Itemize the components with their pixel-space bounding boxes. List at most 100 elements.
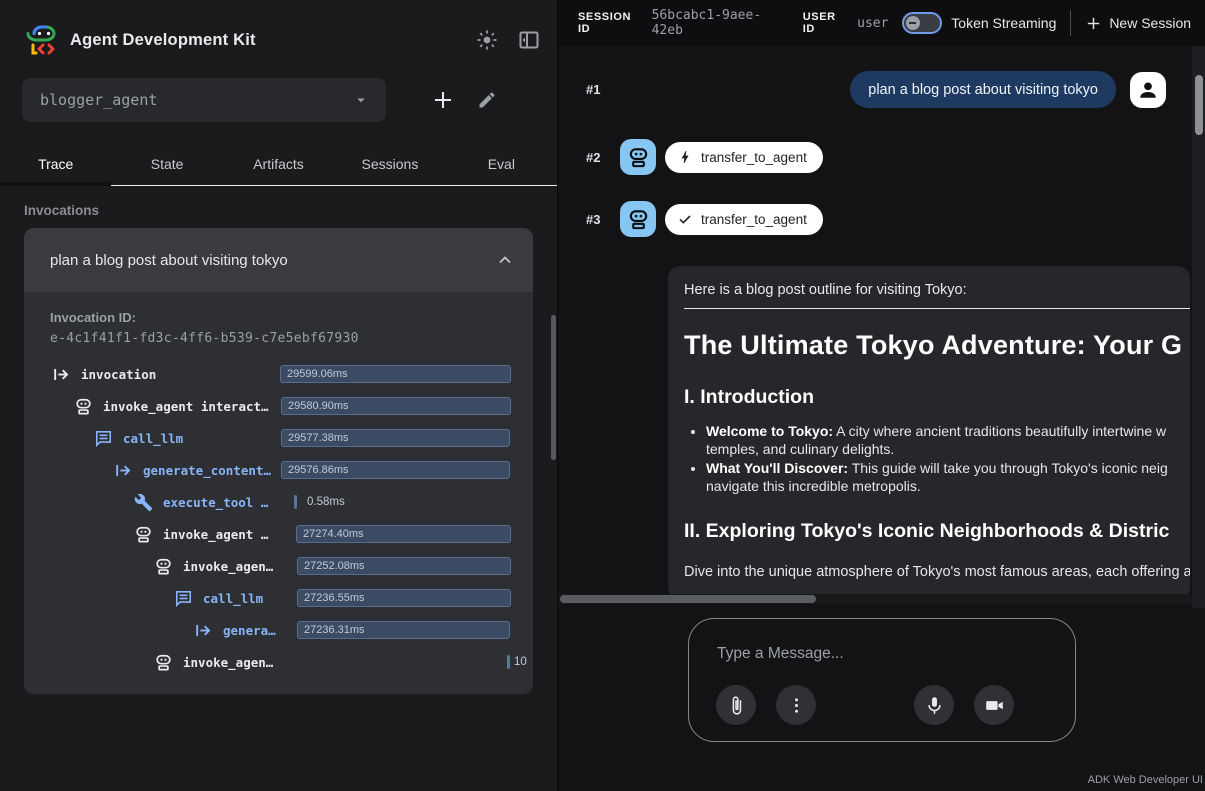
token-streaming-toggle[interactable]: [902, 12, 942, 34]
trace-duration-bar: 29576.86ms: [281, 461, 510, 479]
trace-duration-text: 0.58ms: [307, 494, 345, 510]
robot-icon: [74, 397, 93, 416]
trace-duration-bar: 27252.08ms: [297, 557, 511, 575]
adk-web-app: Agent Development Kit blogger_agent Trac…: [0, 0, 1205, 791]
check-icon: [677, 211, 693, 227]
trace-row-generate-content: generate_content… 29576.86ms: [50, 454, 533, 486]
bot-avatar: [620, 139, 656, 175]
trace-row-label[interactable]: invoke_agen…: [183, 655, 273, 670]
blog-intro-text: Here is a blog post outline for visiting…: [684, 282, 1174, 298]
blog-bullet-list: Welcome to Tokyo: A city where ancient t…: [684, 422, 1174, 495]
chevron-down-icon: [352, 91, 370, 109]
trace-duration-tick: [507, 655, 510, 669]
wrench-icon: [134, 493, 153, 512]
trace-duration-bar: 29580.90ms: [281, 397, 511, 415]
trace-row-invoke-agent: invoke_agent interact… 29580.90ms: [50, 390, 533, 422]
invocation-id-value: e-4c1f41f1-fd3c-4ff6-b539-c7e5ebf67930: [50, 331, 533, 346]
session-id-label: SESSION ID: [578, 11, 644, 35]
user-message-bubble: plan a blog post about visiting tokyo: [850, 71, 1116, 108]
agent-select[interactable]: blogger_agent: [22, 78, 386, 122]
invocation-id-label: Invocation ID:: [50, 310, 533, 325]
sidebar-scrollbar-thumb[interactable]: [551, 315, 556, 460]
paperclip-icon: [726, 695, 747, 716]
chat-panel: SESSION ID 56bcabc1-9aee-42eb USER ID us…: [558, 0, 1205, 791]
tab-sessions[interactable]: Sessions: [334, 142, 445, 185]
message-input[interactable]: Type a Message...: [688, 618, 1076, 742]
new-session-button[interactable]: New Session: [1085, 15, 1191, 32]
new-agent-button[interactable]: [431, 88, 455, 112]
trace-duration-bar: 27236.55ms: [297, 589, 511, 607]
bot-avatar: [620, 201, 656, 237]
span-arrow-icon: [194, 621, 213, 640]
collapse-sidebar-button[interactable]: [517, 28, 541, 52]
function-response-chip[interactable]: transfer_to_agent: [665, 204, 823, 235]
footer-label: ADK Web Developer UI: [1088, 774, 1203, 786]
trace-row-label[interactable]: invoke_agent …: [163, 527, 268, 542]
trace-row-label[interactable]: invocation: [81, 367, 156, 382]
trace-duration-bar: 29599.06ms: [280, 365, 511, 383]
blog-section-1: I. Introduction: [684, 386, 1174, 409]
microphone-icon: [924, 695, 945, 716]
composer-area: Type a Message... ADK Web Developer UI: [558, 608, 1205, 791]
vertical-scrollbar-thumb[interactable]: [1195, 75, 1203, 135]
invocation-title: plan a blog post about visiting tokyo: [50, 252, 495, 269]
trace-row-label[interactable]: invoke_agen…: [183, 559, 273, 574]
video-button[interactable]: [974, 685, 1014, 725]
trace-row-label[interactable]: invoke_agent interact…: [103, 399, 269, 414]
trace-row-label[interactable]: call_llm: [123, 431, 183, 446]
adk-logo-icon: [26, 24, 60, 56]
agent-select-row: blogger_agent: [0, 78, 557, 122]
tab-artifacts[interactable]: Artifacts: [223, 142, 334, 185]
message-number: #1: [586, 82, 620, 97]
invocation-card-header[interactable]: plan a blog post about visiting tokyo: [24, 228, 533, 292]
chevron-up-icon[interactable]: [495, 250, 515, 270]
trace-row-call-llm: call_llm 29577.38ms: [50, 422, 533, 454]
tab-state[interactable]: State: [111, 142, 222, 185]
theme-toggle-button[interactable]: [475, 28, 499, 52]
trace-row-label[interactable]: call_llm: [203, 591, 263, 606]
tab-trace[interactable]: Trace: [0, 142, 111, 185]
microphone-button[interactable]: [914, 685, 954, 725]
invocation-card: plan a blog post about visiting tokyo In…: [24, 228, 533, 694]
message-row-3: #3 transfer_to_agent: [558, 201, 1205, 237]
trace-row-label[interactable]: execute_tool …: [163, 495, 268, 510]
trace-row-invoke-agent: invoke_agen… 27252.08ms: [50, 550, 533, 582]
span-arrow-icon: [52, 365, 71, 384]
horizontal-scrollbar-thumb[interactable]: [560, 595, 816, 603]
robot-icon: [134, 525, 153, 544]
message-input-placeholder: Type a Message...: [717, 645, 1075, 663]
tab-eval[interactable]: Eval: [446, 142, 557, 185]
token-streaming-label: Token Streaming: [951, 15, 1056, 31]
plus-icon: [1085, 15, 1102, 32]
trace-row-invoke-agent: invoke_agent … 27274.40ms: [50, 518, 533, 550]
person-icon: [1137, 79, 1159, 101]
trace-row-label[interactable]: genera…: [223, 623, 276, 638]
attach-file-button[interactable]: [716, 685, 756, 725]
user-id-label: USER ID: [803, 11, 849, 35]
function-call-chip[interactable]: transfer_to_agent: [665, 142, 823, 173]
toggle-knob: [906, 16, 920, 30]
message-row-1: #1 plan a blog post about visiting tokyo: [558, 71, 1205, 108]
edit-agent-button[interactable]: [477, 90, 497, 110]
chat-icon: [94, 429, 113, 448]
user-avatar: [1130, 72, 1166, 108]
blog-paragraph: Dive into the unique atmosphere of Tokyo…: [684, 564, 1174, 580]
blog-title: The Ultimate Tokyo Adventure: Your G: [684, 330, 1174, 361]
message-row-2: #2 transfer_to_agent: [558, 139, 1205, 175]
chat-scroll-area[interactable]: #1 plan a blog post about visiting tokyo…: [558, 46, 1205, 608]
message-number: #2: [586, 150, 620, 165]
more-options-button[interactable]: [776, 685, 816, 725]
app-title: Agent Development Kit: [70, 31, 256, 50]
agent-select-value: blogger_agent: [40, 91, 352, 109]
trace-row-label[interactable]: generate_content…: [143, 463, 271, 478]
trace-row-call-llm: call_llm 27236.55ms: [50, 582, 533, 614]
trace-duration-tick: [294, 495, 297, 509]
robot-icon: [627, 146, 650, 169]
trace-duration-bar: 27236.31ms: [297, 621, 510, 639]
invocation-card-body: Invocation ID: e-4c1f41f1-fd3c-4ff6-b539…: [24, 292, 533, 694]
trace-row-invocation: invocation 29599.06ms: [50, 358, 533, 390]
session-id-value: 56bcabc1-9aee-42eb: [652, 8, 786, 38]
user-id-value: user: [857, 16, 888, 31]
robot-icon: [627, 208, 650, 231]
sidebar-header: Agent Development Kit: [0, 0, 557, 60]
